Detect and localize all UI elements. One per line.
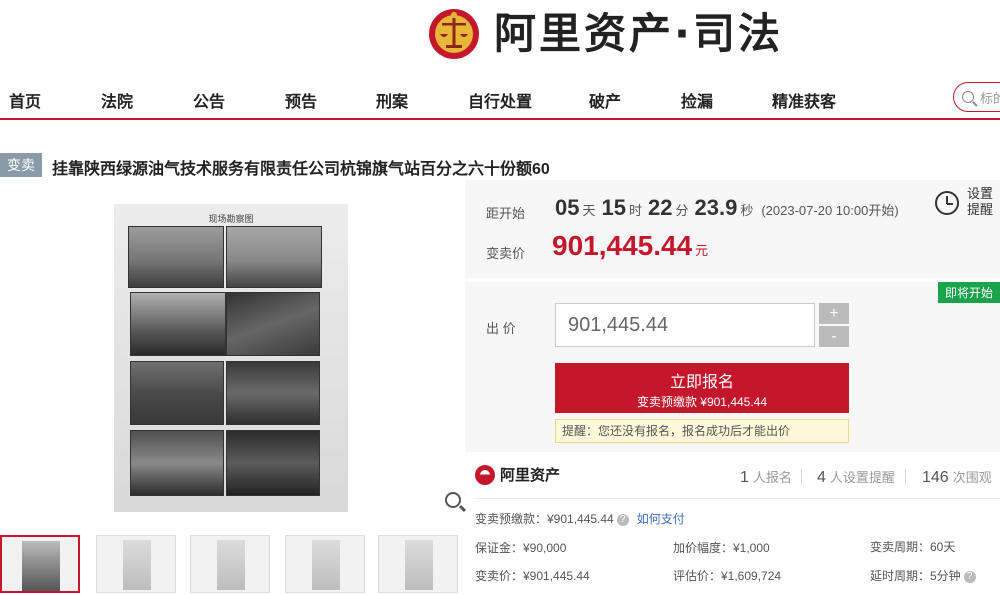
photo-7 bbox=[130, 430, 224, 496]
countdown-minutes: 22 bbox=[648, 195, 673, 220]
search-icon bbox=[962, 91, 974, 103]
logo-text: 阿里资产·司法 bbox=[494, 9, 783, 58]
bid-label: 出 价 bbox=[486, 321, 516, 336]
period-info: 变卖周期：60天 bbox=[870, 540, 956, 554]
increase-button[interactable]: + bbox=[819, 303, 849, 324]
nav-item-preview[interactable]: 预告 bbox=[285, 88, 317, 112]
thumbnail-1[interactable] bbox=[0, 535, 80, 593]
reminder-tip: 提醒：您还没有报名，报名成功后才能出价 bbox=[555, 419, 849, 443]
appraisal-info: 评估价：¥1,609,724 bbox=[673, 569, 782, 583]
start-time-note: (2023-07-20 10:00开始) bbox=[761, 203, 899, 218]
site-logo[interactable]: 阿里资产·司法 bbox=[428, 6, 783, 62]
photo-8 bbox=[226, 430, 320, 496]
sale-type-badge: 变卖 bbox=[0, 153, 42, 177]
search-placeholder: 标的 bbox=[980, 90, 1000, 106]
increment-info: 加价幅度：¥1,000 bbox=[673, 541, 770, 555]
photo-1 bbox=[128, 226, 224, 288]
signup-button[interactable]: 立即报名 变卖预缴款 ¥901,445.44 bbox=[555, 363, 849, 413]
court-emblem-icon bbox=[428, 6, 480, 62]
alarm-clock-icon bbox=[935, 191, 959, 215]
main-nav: 首页 法院 公告 预告 刑案 自行处置 破产 捡漏 精准获客 标的 bbox=[0, 76, 1000, 120]
sale-price-info: 变卖价：¥901,445.44 bbox=[475, 569, 590, 583]
signup-count: 1 人报名 bbox=[740, 469, 792, 486]
photo-5 bbox=[130, 361, 224, 425]
countdown-timer: 05 天 15 时 22 分 23.9 秒 (2023-07-20 10:00开… bbox=[555, 195, 899, 220]
nav-item-self-disposal[interactable]: 自行处置 bbox=[468, 88, 532, 112]
delay-info: 延时周期：5分钟? bbox=[870, 567, 976, 584]
item-title: 挂靠陕西绿源油气技术服务有限责任公司杭锦旗气站百分之六十份额60 bbox=[52, 161, 550, 178]
main-image[interactable]: 现场勘察图 bbox=[0, 200, 462, 518]
thumbnail-strip bbox=[0, 535, 470, 593]
image-caption: 现场勘察图 bbox=[208, 214, 254, 224]
survey-document-image: 现场勘察图 bbox=[114, 204, 348, 512]
thumbnail-3[interactable] bbox=[190, 535, 270, 593]
countdown-seconds: 23.9 bbox=[694, 195, 738, 220]
photo-4 bbox=[226, 292, 320, 356]
search-input[interactable]: 标的 bbox=[953, 82, 1000, 112]
bid-input[interactable]: 901,445.44 bbox=[555, 303, 815, 347]
nav-item-court[interactable]: 法院 bbox=[101, 88, 133, 112]
photo-3 bbox=[130, 292, 226, 356]
status-badge: 即将开始 bbox=[937, 282, 1000, 303]
ali-assets-logo: 阿里资产 bbox=[475, 464, 560, 485]
countdown-days: 05 bbox=[555, 195, 580, 220]
decrease-button[interactable]: - bbox=[819, 326, 849, 347]
nav-item-lead-gen[interactable]: 精准获客 bbox=[772, 88, 836, 112]
bid-panel: 即将开始 出 价 901,445.44 + - 立即报名 变卖预缴款 ¥901,… bbox=[465, 282, 1000, 452]
reminder-count: 4 人设置提醒 bbox=[817, 469, 895, 486]
thumbnail-5[interactable] bbox=[378, 535, 458, 593]
price-panel: 距开始 05 天 15 时 22 分 23.9 秒 (2023-07-20 10… bbox=[465, 180, 1000, 278]
countdown-hours: 15 bbox=[601, 195, 626, 220]
thumbnail-2[interactable] bbox=[96, 535, 176, 593]
photo-6 bbox=[226, 361, 320, 425]
margin-info: 保证金：¥90,000 bbox=[475, 541, 567, 555]
current-price: 901,445.44 元 bbox=[552, 230, 709, 261]
zoom-icon[interactable] bbox=[445, 492, 461, 508]
help-icon[interactable]: ? bbox=[963, 570, 976, 583]
photo-2 bbox=[226, 226, 322, 288]
set-reminder-button[interactable]: 设置 提醒 bbox=[935, 186, 1000, 220]
nav-item-bankruptcy[interactable]: 破产 bbox=[589, 88, 621, 112]
auction-info: 阿里资产 1 人报名 4 人设置提醒 146 次围观 变卖预缴款：¥901,445.4… bbox=[465, 452, 1000, 595]
how-to-pay-link[interactable]: 如何支付 bbox=[637, 512, 685, 526]
nav-item-home[interactable]: 首页 bbox=[9, 88, 41, 112]
help-icon[interactable]: ? bbox=[616, 513, 629, 526]
deposit-info: 变卖预缴款：¥901,445.44? 如何支付 bbox=[475, 512, 685, 526]
nav-item-criminal[interactable]: 刑案 bbox=[376, 88, 408, 112]
ali-logo-icon bbox=[475, 464, 495, 485]
countdown-label: 距开始 bbox=[486, 206, 526, 221]
nav-item-notice[interactable]: 公告 bbox=[193, 88, 225, 112]
price-label: 变卖价 bbox=[486, 246, 526, 261]
view-count: 146 次围观 bbox=[922, 469, 992, 486]
nav-item-bargain[interactable]: 捡漏 bbox=[681, 88, 713, 112]
thumbnail-4[interactable] bbox=[285, 535, 365, 593]
